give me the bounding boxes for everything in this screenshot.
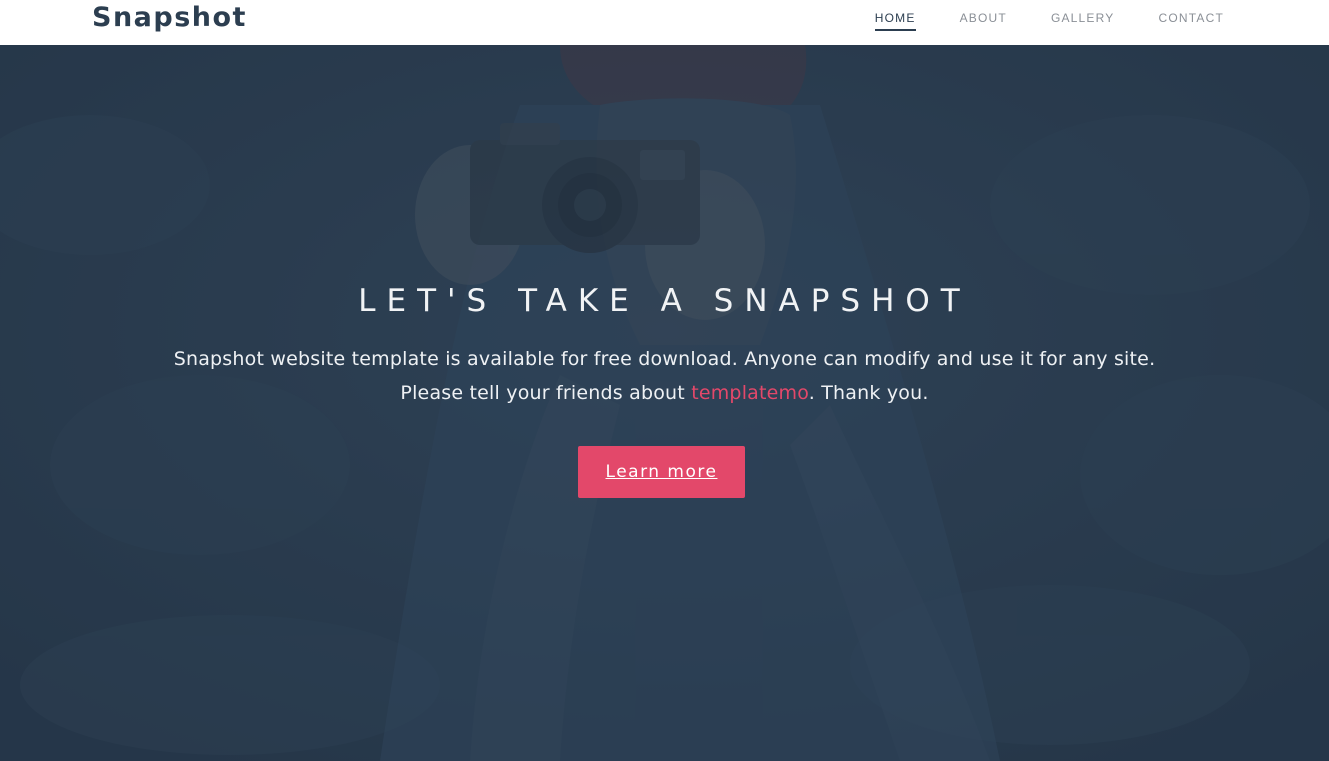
hero-title: LET'S TAKE A SNAPSHOT [358, 283, 971, 319]
brand-logo[interactable]: Snapshot [92, 2, 247, 33]
hero-tagline-after: . Thank you. [808, 382, 929, 404]
nav-item-gallery[interactable]: GALLERY [1051, 11, 1115, 31]
learn-more-button[interactable]: Learn more [578, 446, 745, 498]
templatemo-link[interactable]: templatemo [691, 382, 809, 404]
nav-item-contact[interactable]: CONTACT [1158, 11, 1224, 31]
nav-item-home[interactable]: HOME [874, 11, 916, 31]
main-nav: HOME ABOUT GALLERY CONTACT [831, 11, 1224, 31]
hero-tagline-before: Please tell your friends about [400, 382, 692, 404]
top-navbar: Snapshot HOME ABOUT GALLERY CONTACT [0, 0, 1329, 45]
nav-item-about[interactable]: ABOUT [960, 11, 1007, 31]
hero-description: Snapshot website template is available f… [173, 348, 1156, 370]
hero-tagline: Please tell your friends about templatem… [0, 382, 1329, 404]
hero-section: LET'S TAKE A SNAPSHOT Snapshot website t… [0, 45, 1329, 761]
